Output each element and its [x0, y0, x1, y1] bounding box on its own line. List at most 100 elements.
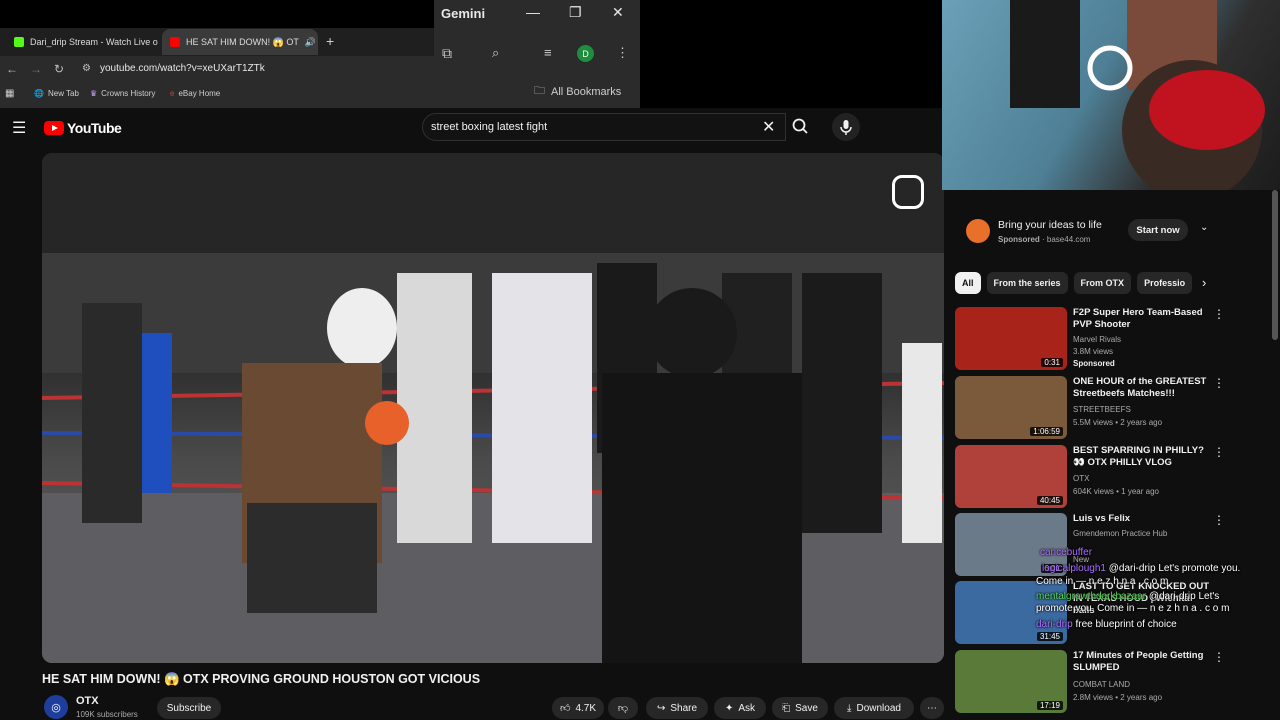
recommendation-title[interactable]: F2P Super Hero Team-Based PVP Shooter	[1073, 307, 1213, 331]
extensions-icon[interactable]: ⧉	[442, 45, 452, 62]
video-frame	[42, 153, 944, 663]
clear-search-icon[interactable]: ✕	[762, 117, 775, 137]
recommendation-title[interactable]: 17 Minutes of People Getting SLUMPED	[1073, 650, 1213, 674]
tab-kick-stream[interactable]: Dari_drip Stream - Watch Live o ✕	[6, 29, 158, 55]
microphone-icon	[840, 120, 852, 135]
webcam-overlay	[942, 0, 1280, 190]
share-icon: ↪	[656, 702, 666, 714]
all-bookmarks-button[interactable]: 🗀 All Bookmarks	[534, 82, 621, 101]
chat-line: Come in — n e z h n a . c o m	[1036, 576, 1169, 587]
recommendation-item[interactable]: 0:31 F2P Super Hero Team-Based PVP Shoot…	[955, 307, 1225, 371]
recommendation-channel: STREETBEEFS	[1073, 405, 1131, 414]
recommendation-item[interactable]: 40:45 BEST SPARRING IN PHILLY? 👀 OTX PHI…	[955, 445, 1225, 509]
more-options-icon[interactable]: ⋮	[1213, 307, 1225, 321]
crown-icon: ♛	[90, 89, 98, 98]
video-thumbnail[interactable]: 17:19	[955, 650, 1067, 713]
more-options-icon[interactable]: ⋮	[1213, 513, 1225, 527]
youtube-logo[interactable]: YouTube	[44, 120, 122, 136]
duration-badge: 40:45	[1036, 496, 1063, 505]
search-query: street boxing latest fight	[431, 121, 548, 133]
url-field[interactable]: youtube.com/watch?v=xeUXarT1ZTk	[100, 63, 265, 74]
recommendation-meta: 3.8M views	[1073, 347, 1114, 356]
recommendation-meta: 604K views • 1 year ago	[1073, 487, 1159, 496]
browser-menu-icon[interactable]: ⋮	[616, 45, 629, 61]
share-button[interactable]: ↪ Share	[646, 697, 708, 719]
ebay-icon: e	[170, 89, 175, 98]
sidebar-scrollbar[interactable]	[1272, 190, 1278, 340]
chat-line: mentalgrowthdarkbazaar @dari-drip Let's	[1036, 591, 1220, 602]
recommendation-meta: 5.5M views • 2 years ago	[1073, 418, 1163, 427]
video-thumbnail[interactable]: 40:45	[955, 445, 1067, 508]
search-icon	[792, 118, 808, 134]
like-button[interactable]: 👍︎ 4.7K	[552, 697, 604, 719]
kick-favicon-icon	[14, 37, 24, 47]
tab-label: HE SAT HIM DOWN! 😱 OT	[186, 36, 299, 47]
recommendation-title[interactable]: BEST SPARRING IN PHILLY? 👀 OTX PHILLY VL…	[1073, 445, 1213, 469]
more-options-icon[interactable]: ⋮	[1213, 376, 1225, 390]
video-thumbnail[interactable]: 0:31	[955, 307, 1067, 370]
bookmark-new-tab[interactable]: 🌐 New Tab	[34, 89, 79, 98]
video-player[interactable]	[42, 153, 944, 663]
reload-icon[interactable]: ↻	[54, 62, 64, 76]
otx-watermark-icon	[892, 175, 924, 209]
sponsored-badge: Sponsored	[1073, 359, 1115, 368]
media-controls-icon[interactable]: ≡	[544, 45, 552, 60]
ad-title: Bring your ideas to life	[998, 219, 1102, 231]
tab-search-icon[interactable]: ⌕	[492, 45, 499, 61]
hamburger-menu-icon[interactable]: ☰	[12, 118, 26, 138]
recommendation-item[interactable]: 17:19 17 Minutes of People Getting SLUMP…	[955, 650, 1225, 714]
subscribe-button[interactable]: Subscribe	[157, 697, 221, 719]
chip-from-otx[interactable]: From OTX	[1073, 272, 1132, 294]
ask-button[interactable]: ✦ Ask	[714, 697, 766, 719]
recommendation-meta: 2.8M views • 2 years ago	[1073, 693, 1163, 702]
search-button[interactable]	[786, 113, 816, 141]
recommendation-channel: OTX	[1073, 474, 1090, 483]
close-window-icon[interactable]: ✕	[612, 4, 624, 21]
site-info-icon[interactable]: ⚙	[82, 63, 91, 74]
back-icon[interactable]: ←	[6, 62, 18, 76]
globe-icon: 🌐	[34, 89, 44, 98]
tab-label: Dari_drip Stream - Watch Live o	[30, 37, 158, 47]
audio-playing-icon[interactable]: 🔊	[305, 37, 316, 48]
chat-line: cancebuffer	[1040, 547, 1093, 558]
duration-badge: 31:45	[1036, 632, 1063, 641]
dislike-button[interactable]: 👎︎	[608, 697, 638, 719]
bookmark-ebay-home[interactable]: e eBay Home	[170, 89, 220, 98]
new-tab-button[interactable]: +	[326, 33, 334, 49]
channel-name[interactable]: OTX	[76, 695, 99, 707]
voice-search-button[interactable]	[832, 113, 860, 141]
video-title: HE SAT HIM DOWN! 😱 OTX PROVING GROUND HO…	[42, 672, 481, 686]
chat-line: dari-drip free blueprint of choice	[1036, 619, 1177, 630]
chip-professional[interactable]: Professio	[1137, 272, 1193, 294]
more-actions-icon[interactable]: ⋯	[920, 697, 944, 719]
ad-start-button[interactable]: Start now	[1128, 219, 1188, 241]
forward-icon[interactable]: →	[30, 62, 42, 76]
recommendation-title[interactable]: Luis vs Felix	[1073, 513, 1213, 525]
bookmark-icon: ⎗	[782, 702, 791, 714]
chip-all[interactable]: All	[955, 272, 981, 294]
minimize-icon[interactable]: —	[526, 4, 540, 20]
download-button[interactable]: ⤓ Download	[834, 697, 914, 719]
recommendation-title[interactable]: ONE HOUR of the GREATEST Streetbeefs Mat…	[1073, 376, 1213, 400]
more-options-icon[interactable]: ⋮	[1213, 445, 1225, 459]
folder-icon: 🗀	[534, 85, 545, 97]
profile-avatar[interactable]: D	[577, 45, 594, 62]
youtube-favicon-icon	[170, 37, 180, 47]
chevron-down-icon[interactable]: ⌄	[1200, 222, 1208, 233]
recommendation-item[interactable]: 1:06:59 ONE HOUR of the GREATEST Streetb…	[955, 376, 1225, 440]
restore-icon[interactable]: ❐	[569, 4, 582, 21]
chip-from-series[interactable]: From the series	[986, 272, 1068, 294]
recommendation-channel: Gmendemon Practice Hub	[1073, 529, 1168, 538]
thumbs-up-icon: 👍︎	[559, 703, 571, 714]
tab-youtube-video[interactable]: HE SAT HIM DOWN! 😱 OT 🔊 ✕	[162, 29, 318, 55]
chat-line: logicalplough1 @dari-drip Let's promote …	[1042, 563, 1241, 574]
webcam-feed	[1010, 0, 1265, 190]
video-thumbnail[interactable]: 1:06:59	[955, 376, 1067, 439]
channel-avatar[interactable]: ◎	[44, 695, 68, 719]
save-button[interactable]: ⎗ Save	[772, 697, 828, 719]
bookmark-crowns-history[interactable]: ♛ Crowns History	[90, 89, 155, 98]
ad-sponsor-line: Sponsored · base44.com	[998, 235, 1091, 244]
more-options-icon[interactable]: ⋮	[1213, 650, 1225, 664]
chevron-right-icon[interactable]: ›	[1202, 275, 1206, 290]
apps-grid-icon[interactable]: ▦	[5, 88, 14, 99]
